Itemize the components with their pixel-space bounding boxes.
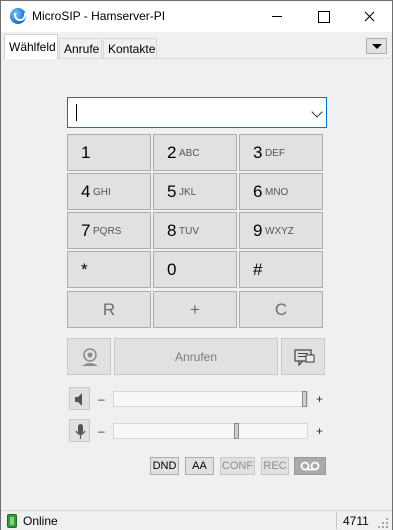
number-input[interactable]	[67, 97, 327, 128]
microsip-logo-icon	[10, 8, 26, 24]
key-digit: 5	[167, 182, 177, 201]
microphone-minus-label: –	[98, 424, 105, 438]
microphone-volume-thumb[interactable]	[234, 423, 239, 439]
chevron-down-icon[interactable]	[311, 106, 323, 118]
key-9[interactable]: 9 WXYZ	[239, 212, 323, 249]
message-button[interactable]	[281, 338, 325, 375]
video-call-button[interactable]	[67, 338, 111, 375]
key-letters: WXYZ	[265, 226, 294, 237]
speaker-volume-slider[interactable]	[113, 391, 308, 407]
extension-number: 4711	[343, 514, 369, 528]
key-digit: 3	[253, 143, 263, 162]
key-label: +	[190, 300, 200, 319]
minimize-button[interactable]	[254, 1, 300, 32]
webcam-icon	[82, 348, 98, 366]
auto-answer-toggle[interactable]: AA	[185, 457, 214, 475]
key-0[interactable]: 0	[153, 251, 237, 288]
speaker-icon	[75, 393, 82, 406]
call-button-label: Anrufen	[174, 350, 218, 364]
microphone-icon	[75, 424, 86, 439]
microphone-mute-button[interactable]	[69, 419, 90, 442]
call-button[interactable]: Anrufen	[114, 338, 278, 375]
tab-strip: Wählfeld Anrufe Kontakte	[1, 32, 392, 59]
key-digit: 1	[81, 143, 91, 162]
status-text[interactable]: Online	[23, 514, 58, 528]
close-button[interactable]	[346, 1, 392, 32]
key-4[interactable]: 4 GHI	[67, 173, 151, 210]
key-digit: 4	[81, 182, 91, 201]
key-letters: JKL	[179, 187, 197, 198]
speaker-minus-label: –	[98, 392, 105, 406]
key-label: C	[274, 300, 288, 319]
tab-contacts[interactable]: Kontakte	[103, 38, 157, 58]
key-clear[interactable]: C	[239, 291, 323, 328]
status-separator	[336, 512, 337, 529]
key-digit: 9	[253, 221, 263, 240]
microphone-volume-slider[interactable]	[113, 423, 308, 439]
title-bar[interactable]: MicroSIP - Hamserver-PI	[1, 1, 392, 32]
key-2[interactable]: 2 ABC	[153, 134, 237, 171]
online-status-icon[interactable]	[7, 514, 17, 528]
voicemail-icon	[300, 461, 320, 471]
key-redial[interactable]: R	[67, 291, 151, 328]
key-digit: 6	[253, 182, 263, 201]
key-label: R	[102, 300, 116, 319]
key-3[interactable]: 3 DEF	[239, 134, 323, 171]
key-1[interactable]: 1	[67, 134, 151, 171]
key-letters: MNO	[265, 187, 289, 198]
voicemail-button[interactable]	[294, 457, 326, 475]
key-digit: 8	[167, 221, 177, 240]
key-digit: *	[81, 260, 88, 279]
conference-toggle[interactable]: CONF	[220, 457, 255, 475]
key-5[interactable]: 5 JKL	[153, 173, 237, 210]
text-caret	[76, 104, 77, 121]
key-letters: DEF	[265, 148, 285, 159]
key-star[interactable]: *	[67, 251, 151, 288]
key-7[interactable]: 7 PQRS	[67, 212, 151, 249]
status-bar: Online 4711	[1, 510, 392, 530]
key-letters: GHI	[93, 187, 111, 198]
microphone-plus-label: +	[316, 424, 324, 438]
chat-icon	[294, 349, 315, 367]
tab-dialpad[interactable]: Wählfeld	[4, 34, 58, 59]
tab-calls[interactable]: Anrufe	[59, 38, 102, 58]
speaker-plus-label: +	[316, 392, 324, 406]
record-toggle[interactable]: REC	[261, 457, 289, 475]
speaker-volume-thumb[interactable]	[302, 391, 307, 407]
key-6[interactable]: 6 MNO	[239, 173, 323, 210]
resize-grip-icon[interactable]	[377, 517, 388, 528]
main-menu-dropdown-button[interactable]	[366, 38, 387, 54]
speaker-mute-button[interactable]	[69, 387, 90, 410]
key-plus[interactable]: +	[153, 291, 237, 328]
dnd-toggle[interactable]: DND	[150, 457, 179, 475]
key-hash[interactable]: #	[239, 251, 323, 288]
key-8[interactable]: 8 TUV	[153, 212, 237, 249]
key-digit: 7	[81, 221, 91, 240]
key-digit: #	[253, 260, 263, 279]
key-letters: PQRS	[93, 226, 122, 237]
key-letters: TUV	[179, 226, 199, 237]
dialpad-panel: 1 2 ABC 3 DEF 4 GHI 5 JKL 6 MNO 7 PQRS 8	[3, 58, 390, 510]
key-digit: 0	[167, 260, 177, 279]
window-title: MicroSIP - Hamserver-PI	[32, 9, 166, 23]
key-letters: ABC	[179, 148, 200, 159]
app-window: MicroSIP - Hamserver-PI Wählfeld Anrufe …	[0, 0, 393, 530]
key-digit: 2	[167, 143, 177, 162]
maximize-button[interactable]	[300, 1, 346, 32]
